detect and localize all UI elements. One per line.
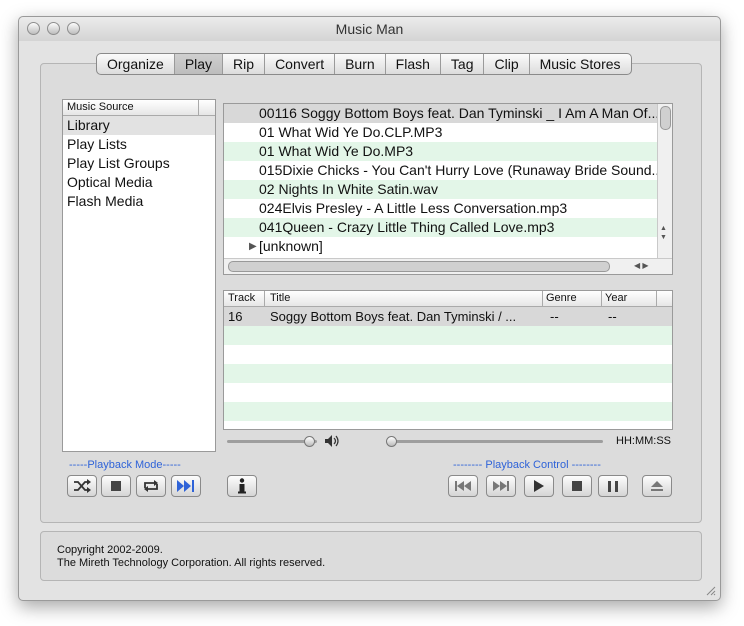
disclosure-triangle-icon[interactable]: ▶ — [249, 237, 257, 256]
tab-convert[interactable]: Convert — [265, 54, 336, 74]
music-source-list: Music Source Library Play Lists Play Lis… — [62, 99, 216, 452]
track-year: -- — [608, 309, 617, 324]
table-row[interactable] — [224, 326, 672, 345]
resize-grip-icon[interactable] — [704, 584, 716, 596]
column-divider — [264, 291, 265, 306]
zoom-window-button[interactable] — [67, 22, 80, 35]
playback-mode-label: -----Playback Mode----- — [69, 459, 181, 471]
playback-control-label: -------- Playback Control -------- — [453, 459, 601, 471]
title-bar: Music Man — [19, 17, 720, 41]
source-item-play-lists[interactable]: Play Lists — [63, 135, 215, 154]
column-year[interactable]: Year — [605, 291, 627, 306]
file-item[interactable]: 01 What Wid Ye Do.CLP.MP3 — [224, 123, 672, 142]
shuffle-button[interactable] — [67, 475, 97, 497]
window-title: Music Man — [335, 21, 404, 37]
track-title: Soggy Bottom Boys feat. Dan Tyminski / .… — [270, 309, 517, 324]
repeat-icon — [144, 480, 158, 492]
horizontal-scroll-arrows-icon[interactable]: ◀ ▶ — [634, 261, 649, 270]
tab-rip[interactable]: Rip — [223, 54, 266, 74]
tab-music-stores[interactable]: Music Stores — [530, 54, 631, 74]
info-button[interactable] — [227, 475, 257, 497]
tab-play[interactable]: Play — [174, 54, 224, 74]
play-icon — [534, 480, 544, 492]
speaker-icon — [325, 435, 339, 447]
file-item[interactable]: 01 What Wid Ye Do.MP3 — [224, 142, 672, 161]
eject-button[interactable] — [642, 475, 672, 497]
copyright-line-2: The Mireth Technology Corporation. All r… — [57, 557, 326, 569]
tab-tag[interactable]: Tag — [441, 54, 485, 74]
folder-label: [unknown] — [259, 238, 323, 254]
scroll-arrows-icon[interactable]: ▲ ▼ — [660, 224, 667, 242]
continuous-play-button[interactable] — [171, 475, 201, 497]
file-item[interactable]: 024Elvis Presley - A Little Less Convers… — [224, 199, 672, 218]
tab-flash[interactable]: Flash — [386, 54, 441, 74]
track-table-header: Track Title Genre Year — [224, 291, 672, 307]
table-row[interactable] — [224, 402, 672, 421]
file-item[interactable]: 015Dixie Chicks - You Can't Hurry Love (… — [224, 161, 672, 180]
volume-slider-knob[interactable] — [304, 436, 315, 447]
file-item[interactable]: 02 Nights In White Satin.wav — [224, 180, 672, 199]
music-source-header: Music Source — [63, 100, 215, 116]
table-row[interactable] — [224, 383, 672, 402]
track-number: 16 — [228, 309, 243, 324]
file-list: 00116 Soggy Bottom Boys feat. Dan Tymins… — [223, 103, 673, 275]
main-tabs: Organize Play Rip Convert Burn Flash Tag… — [96, 53, 632, 75]
pause-icon — [608, 480, 618, 492]
column-divider — [542, 291, 543, 306]
shuffle-icon — [74, 479, 91, 493]
source-item-play-list-groups[interactable]: Play List Groups — [63, 154, 215, 173]
tab-organize[interactable]: Organize — [97, 54, 175, 74]
stop-icon — [111, 481, 121, 491]
folder-item-unknown[interactable]: ▶ [unknown] — [224, 237, 672, 256]
source-item-optical-media[interactable]: Optical Media — [63, 173, 215, 192]
close-window-button[interactable] — [27, 22, 40, 35]
file-list-horizontal-scrollbar[interactable]: ◀ ▶ — [224, 258, 672, 274]
play-button[interactable] — [524, 475, 554, 497]
source-item-flash-media[interactable]: Flash Media — [63, 192, 215, 211]
stop-mode-button[interactable] — [101, 475, 131, 497]
previous-track-button[interactable] — [448, 475, 478, 497]
position-slider-knob[interactable] — [386, 436, 397, 447]
table-row[interactable]: 16 Soggy Bottom Boys feat. Dan Tyminski … — [224, 307, 672, 326]
next-track-button[interactable] — [486, 475, 516, 497]
repeat-button[interactable] — [136, 475, 166, 497]
column-track[interactable]: Track — [228, 291, 255, 306]
copyright-footer: Copyright 2002-2009. The Mireth Technolo… — [40, 531, 702, 581]
table-row[interactable] — [224, 364, 672, 383]
info-icon — [238, 478, 246, 494]
tab-burn[interactable]: Burn — [335, 54, 386, 74]
source-item-library[interactable]: Library — [63, 116, 215, 135]
minimize-window-button[interactable] — [47, 22, 60, 35]
tab-clip[interactable]: Clip — [484, 54, 530, 74]
horizontal-scroll-thumb[interactable] — [228, 261, 610, 272]
pause-button[interactable] — [598, 475, 628, 497]
copyright-line-1: Copyright 2002-2009. — [57, 544, 163, 556]
app-window: Music Man Organize Play Rip Convert Burn… — [18, 16, 721, 601]
track-genre: -- — [550, 309, 559, 324]
position-slider[interactable] — [387, 440, 603, 443]
eject-icon — [651, 480, 663, 491]
next-icon — [177, 480, 194, 492]
column-divider — [601, 291, 602, 306]
column-genre[interactable]: Genre — [546, 291, 577, 306]
stop-icon — [572, 481, 582, 491]
track-table: Track Title Genre Year 16 Soggy Bottom B… — [223, 290, 673, 430]
stop-button[interactable] — [562, 475, 592, 497]
file-item[interactable]: 00116 Soggy Bottom Boys feat. Dan Tymins… — [224, 104, 672, 123]
column-divider — [656, 291, 657, 306]
vertical-scroll-thumb[interactable] — [660, 106, 671, 130]
file-item[interactable]: 041Queen - Crazy Little Thing Called Lov… — [224, 218, 672, 237]
column-title[interactable]: Title — [270, 291, 290, 306]
next-icon — [493, 481, 509, 491]
previous-icon — [455, 481, 471, 491]
table-row[interactable] — [224, 345, 672, 364]
file-list-vertical-scrollbar[interactable]: ▲ ▼ — [657, 104, 672, 259]
time-display: HH:MM:SS — [616, 435, 671, 447]
